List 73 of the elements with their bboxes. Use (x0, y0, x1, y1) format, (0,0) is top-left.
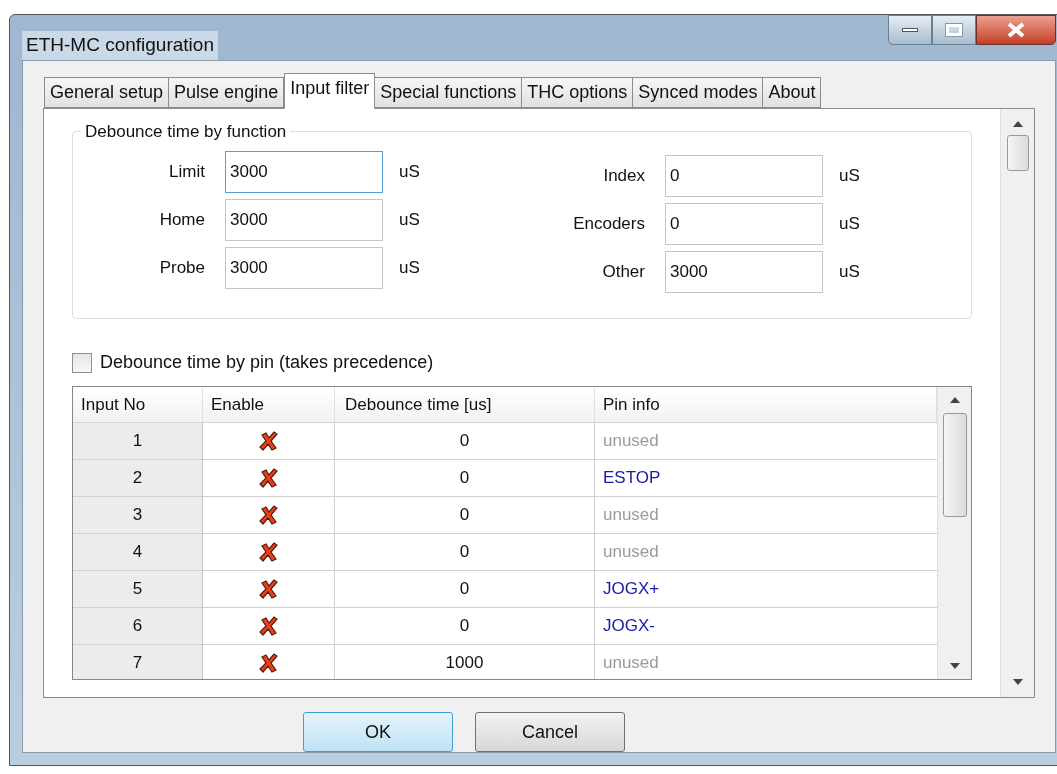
scroll-up-icon[interactable] (949, 397, 960, 403)
field-label: Other (601, 261, 646, 284)
row-number-cell: 3 (73, 497, 203, 533)
scroll-down-icon[interactable] (949, 663, 960, 669)
tab[interactable]: General setup (44, 77, 170, 108)
table-cell: 0 (335, 571, 595, 607)
maximize-button[interactable] (932, 15, 976, 45)
cross-icon (258, 653, 279, 673)
tab[interactable]: About (762, 77, 822, 108)
table-cell-text: unused (602, 541, 660, 564)
cross-icon (258, 542, 279, 562)
scrollbar[interactable] (1000, 109, 1034, 697)
field-label: Index (602, 165, 646, 188)
input-field[interactable]: 3000 (225, 247, 383, 289)
input-field[interactable]: 0 (665, 203, 823, 245)
scrollbar[interactable] (937, 387, 971, 679)
row-number-cell: 6 (73, 608, 203, 644)
cross-icon (258, 468, 279, 488)
dialog-button[interactable]: OK (303, 712, 453, 752)
row-number-cell: 7 (73, 645, 203, 679)
dialog-button[interactable]: Cancel (475, 712, 625, 752)
row-number-cell: 4 (73, 534, 203, 570)
scroll-thumb[interactable] (1006, 135, 1029, 171)
unit-label: uS (399, 257, 420, 280)
unit-label: uS (839, 261, 860, 284)
tab[interactable]: Synced modes (632, 77, 764, 108)
tab[interactable]: Special functions (374, 77, 523, 108)
input-field[interactable]: 3000 (665, 251, 823, 293)
tab[interactable]: Input filter (284, 73, 376, 109)
table-cell-text: unused (602, 430, 660, 453)
tab[interactable]: Pulse engine (168, 77, 285, 108)
field-label: Limit (168, 161, 206, 184)
table-cell: 0 (335, 534, 595, 570)
unit-label: uS (399, 209, 420, 232)
table-cell-text: unused (602, 652, 660, 675)
minimize-button[interactable] (888, 15, 932, 45)
tab[interactable]: THC options (521, 77, 634, 108)
table-cell: 1000 (335, 645, 595, 679)
table-cell: 0 (335, 423, 595, 459)
unit-label: uS (839, 165, 860, 188)
unit-label: uS (839, 213, 860, 236)
cross-icon (258, 579, 279, 599)
scroll-down-icon[interactable] (1012, 679, 1023, 685)
table-cell-text: JOGX- (602, 615, 656, 638)
column-header[interactable]: Debounce time [us] (335, 387, 595, 422)
field-label: Encoders (572, 213, 646, 236)
table-cell: 0 (335, 608, 595, 644)
cross-icon (258, 616, 279, 636)
field-label: Home (158, 209, 206, 232)
scroll-thumb[interactable] (942, 413, 967, 517)
checkbox-label: Debounce time by pin (takes precedence) (100, 351, 434, 374)
input-field[interactable]: 0 (665, 155, 823, 197)
cross-icon (258, 505, 279, 525)
row-number-cell: 1 (73, 423, 203, 459)
row-number-cell: 5 (73, 571, 203, 607)
input-field[interactable]: 3000 (225, 199, 383, 241)
cross-icon (258, 431, 279, 451)
table-cell-text: JOGX+ (602, 578, 661, 601)
scroll-up-icon[interactable] (1012, 121, 1023, 127)
column-header[interactable]: Input No (73, 387, 203, 422)
close-icon (1006, 22, 1026, 38)
column-header[interactable]: Enable (203, 387, 335, 422)
input-field[interactable]: 3000 (225, 151, 383, 193)
window-title: ETH-MC configuration (22, 31, 218, 60)
row-number-cell: 2 (73, 460, 203, 496)
unit-label: uS (399, 161, 420, 184)
checkbox[interactable] (72, 352, 92, 373)
close-button[interactable] (976, 15, 1056, 45)
table-cell-text: unused (602, 504, 660, 527)
table-cell: 0 (335, 460, 595, 496)
field-label: Probe (158, 257, 206, 280)
table-cell: 0 (335, 497, 595, 533)
table-cell-text: ESTOP (602, 467, 662, 490)
